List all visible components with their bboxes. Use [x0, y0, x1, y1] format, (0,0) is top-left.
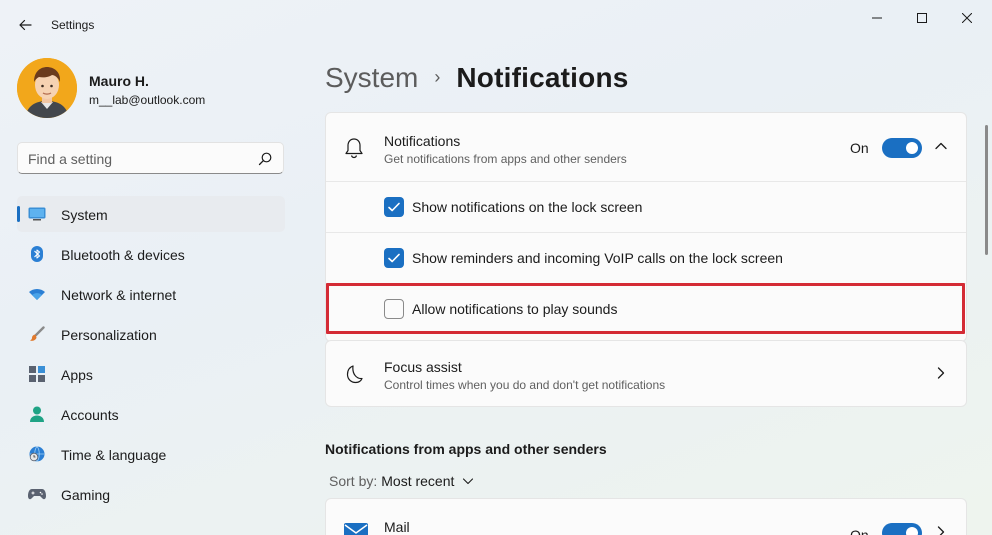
notifications-description: Get notifications from apps and other se… [384, 152, 627, 166]
scrollbar[interactable] [985, 125, 988, 255]
sort-value: Most recent [381, 473, 455, 489]
toggle-knob [906, 527, 918, 535]
minimize-icon [872, 17, 882, 19]
sidebar-item-label: Personalization [61, 327, 157, 343]
focus-assist-description: Control times when you do and don't get … [384, 378, 666, 392]
minimize-button[interactable] [854, 6, 900, 30]
focus-assist-card[interactable]: Focus assist Control times when you do a… [325, 340, 967, 407]
mail-app-name: Mail [384, 519, 410, 535]
close-icon [962, 13, 972, 23]
app-title: Settings [51, 18, 95, 32]
sort-dropdown[interactable]: Sort by: Most recent [329, 473, 474, 489]
avatar [17, 58, 77, 118]
active-indicator [17, 206, 20, 222]
play-sounds-checkbox[interactable] [384, 299, 404, 319]
lock-screen-checkbox[interactable] [384, 197, 404, 217]
notifications-toggle-state: On [850, 140, 869, 156]
sidebar-item-system[interactable]: System [17, 196, 285, 232]
sidebar-item-personalization[interactable]: Personalization [17, 316, 285, 352]
avatar-image [17, 58, 77, 118]
back-button[interactable] [14, 14, 36, 36]
search-icon[interactable] [257, 151, 273, 167]
mail-toggle-state: On [850, 527, 869, 535]
clock-globe-icon [28, 446, 46, 462]
user-email: m__lab@outlook.com [89, 93, 206, 107]
person-icon [28, 406, 46, 422]
breadcrumb-separator: › [434, 66, 441, 87]
sidebar-item-label: Accounts [61, 407, 119, 423]
breadcrumb: System › Notifications [325, 58, 629, 98]
app-row-mail[interactable]: Mail On [325, 498, 967, 535]
sidebar-item-bluetooth[interactable]: Bluetooth & devices [17, 236, 285, 272]
checkmark-icon [388, 253, 400, 263]
maximize-button[interactable] [899, 6, 945, 30]
sidebar-item-apps[interactable]: Apps [17, 356, 285, 392]
sidebar-nav: System Bluetooth & devices Network & int… [17, 196, 285, 516]
notifications-toggle[interactable] [882, 138, 922, 158]
chevron-up-icon[interactable] [934, 139, 948, 153]
moon-icon [346, 365, 363, 384]
mail-toggle[interactable] [882, 523, 922, 535]
chevron-down-icon [463, 478, 474, 485]
search-input[interactable] [28, 151, 248, 167]
brush-icon [28, 326, 46, 342]
back-arrow-icon [19, 19, 32, 31]
focus-assist-title: Focus assist [384, 359, 462, 375]
reminders-voip-label[interactable]: Show reminders and incoming VoIP calls o… [412, 250, 783, 266]
user-profile[interactable]: Mauro H. m__lab@outlook.com [17, 58, 287, 120]
sidebar-item-label: Gaming [61, 487, 111, 503]
sidebar-item-label: Network & internet [61, 287, 177, 303]
lock-screen-label[interactable]: Show notifications on the lock screen [412, 199, 642, 215]
sort-label: Sort by: [329, 473, 378, 489]
section-title: Notifications from apps and other sender… [325, 441, 607, 457]
page-title: Notifications [456, 62, 629, 93]
option-row-lock-screen: Show notifications on the lock screen [326, 182, 966, 233]
wifi-icon [28, 286, 46, 302]
sidebar-item-network[interactable]: Network & internet [17, 276, 285, 312]
bell-icon [345, 138, 363, 159]
play-sounds-label[interactable]: Allow notifications to play sounds [412, 301, 617, 317]
sidebar-item-time-language[interactable]: Time & language [17, 436, 285, 472]
search-box[interactable] [17, 142, 284, 174]
close-button[interactable] [944, 6, 990, 30]
reminders-voip-checkbox[interactable] [384, 248, 404, 268]
monitor-icon [28, 206, 46, 222]
notifications-header-row[interactable]: Notifications Get notifications from app… [326, 113, 966, 182]
sidebar-item-label: Bluetooth & devices [61, 247, 185, 263]
notifications-card: Notifications Get notifications from app… [325, 112, 967, 342]
sidebar-item-accounts[interactable]: Accounts [17, 396, 285, 432]
toggle-knob [906, 142, 918, 154]
checkmark-icon [388, 202, 400, 212]
apps-icon [28, 366, 46, 382]
gamepad-icon [28, 486, 46, 502]
maximize-icon [917, 13, 927, 23]
sidebar-item-label: Time & language [61, 447, 167, 463]
sidebar-item-label: System [61, 207, 108, 223]
sidebar-item-gaming[interactable]: Gaming [17, 476, 285, 512]
chevron-right-icon [937, 367, 945, 379]
option-row-play-sounds: Allow notifications to play sounds [326, 284, 966, 337]
chevron-right-icon [937, 526, 945, 535]
user-name: Mauro H. [89, 73, 149, 89]
notifications-title: Notifications [384, 133, 461, 149]
option-row-reminders-voip: Show reminders and incoming VoIP calls o… [326, 233, 966, 284]
sidebar-item-label: Apps [61, 367, 93, 383]
breadcrumb-parent[interactable]: System [325, 62, 418, 94]
settings-window: Settings Mauro H. m__lab@outlook.com Fin… [0, 0, 992, 535]
mail-app-icon [344, 523, 368, 535]
bluetooth-icon [28, 246, 46, 262]
title-bar: Settings [0, 0, 992, 50]
